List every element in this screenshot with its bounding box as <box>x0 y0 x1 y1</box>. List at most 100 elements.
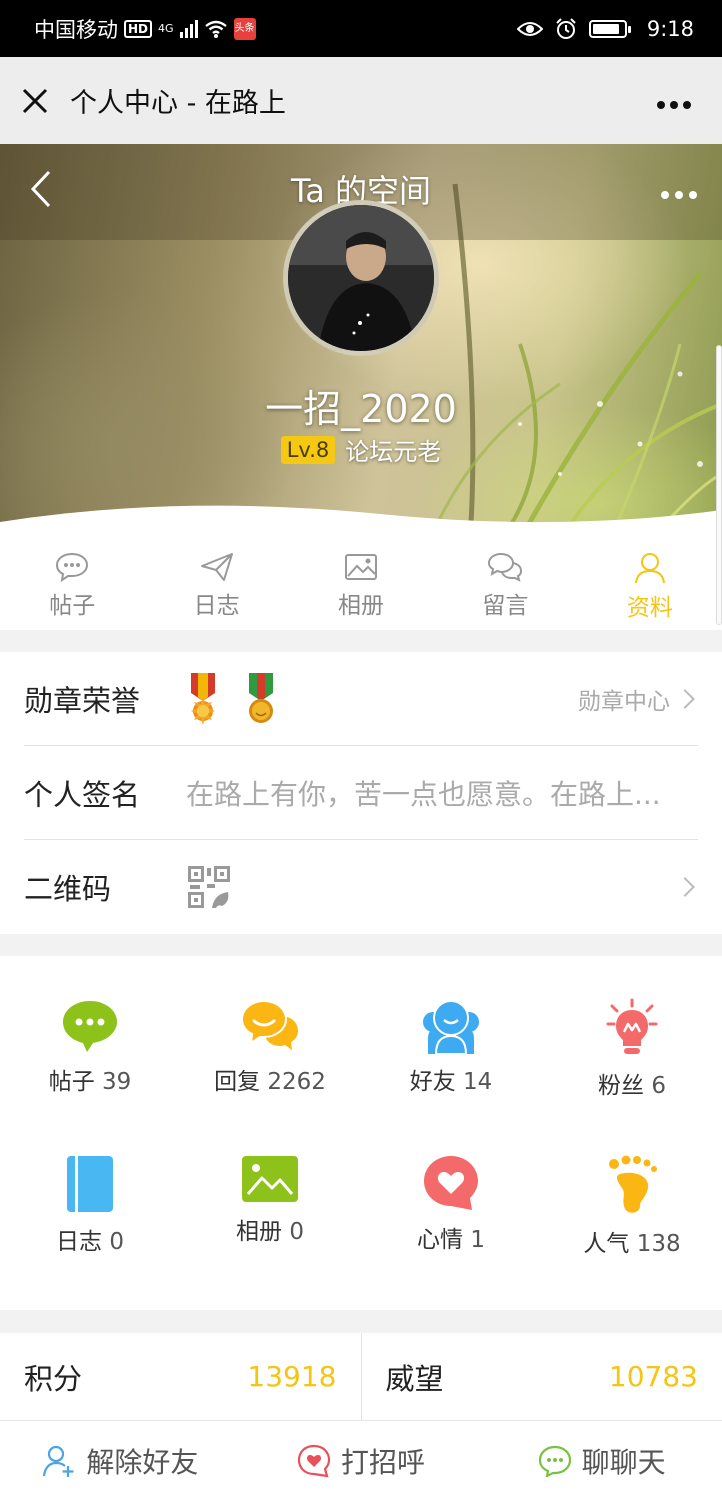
stats-grid: 帖子 39 回复 2262 好友 14 粉丝 6 日志 0 相册 0 心情 1 … <box>0 956 722 1310</box>
points-label: 积分 <box>24 1361 83 1396</box>
avatar-photo <box>288 205 434 351</box>
picture-icon <box>345 554 378 580</box>
unfriend-label: 解除好友 <box>86 1445 199 1479</box>
battery-icon <box>588 19 631 38</box>
tab-messages[interactable]: 留言 <box>433 540 577 630</box>
friends-icon <box>423 1000 479 1054</box>
medal-center-link[interactable]: 勋章中心 <box>578 652 695 746</box>
medals-row[interactable]: 勋章荣誉 勋章中心 <box>24 652 698 746</box>
profile-tabs: 帖子 日志 相册 留言 资料 <box>0 540 722 630</box>
stat-mood[interactable]: 心情 1 <box>361 1154 541 1284</box>
qrcode-row[interactable]: 二维码 <box>24 840 698 934</box>
eye-icon <box>516 21 543 36</box>
qrcode-label: 二维码 <box>24 872 112 906</box>
points-cell: 积分 13918 <box>0 1333 361 1420</box>
more-menu-button[interactable] <box>656 87 692 117</box>
signal-icon <box>179 19 198 38</box>
stat-value: 39 <box>102 1069 132 1095</box>
stat-value: 0 <box>289 1219 304 1245</box>
bulb-icon <box>606 998 658 1054</box>
unfriend-button[interactable]: 解除好友 <box>0 1421 241 1500</box>
stat-label: 人气 <box>583 1231 630 1257</box>
tab-album[interactable]: 相册 <box>289 540 433 630</box>
tab-label: 相册 <box>338 593 385 619</box>
chevron-right-icon <box>675 877 695 897</box>
stat-label: 相册 <box>236 1219 283 1245</box>
bottom-action-bar: 解除好友 打招呼 聊聊天 <box>0 1420 722 1500</box>
chat-button[interactable]: 聊聊天 <box>481 1421 722 1500</box>
stat-label: 心情 <box>417 1227 464 1253</box>
stat-fans[interactable]: 粉丝 6 <box>542 998 722 1128</box>
tab-label: 资料 <box>626 595 673 621</box>
stat-label: 粉丝 <box>598 1073 645 1099</box>
stat-album[interactable]: 相册 0 <box>180 1154 360 1284</box>
user-nickname: 一招_2020 <box>265 387 457 431</box>
tab-label: 日志 <box>193 593 240 619</box>
avatar[interactable] <box>283 200 439 356</box>
medals-label: 勋章荣誉 <box>24 683 141 718</box>
close-button[interactable] <box>0 57 70 144</box>
tab-journal[interactable]: 日志 <box>144 540 288 630</box>
clock-label: 9:18 <box>646 16 694 41</box>
qrcode-open[interactable] <box>675 840 695 934</box>
remove-friend-icon <box>43 1445 74 1477</box>
medal-sun-icon <box>191 672 215 725</box>
more-dots-icon <box>661 191 697 199</box>
greet-label: 打招呼 <box>341 1445 426 1479</box>
stat-friends[interactable]: 好友 14 <box>361 998 541 1128</box>
level-row: Lv.8 论坛元老 <box>0 432 722 467</box>
chevron-right-icon <box>675 689 695 709</box>
greet-button[interactable]: 打招呼 <box>241 1421 482 1500</box>
signature-row[interactable]: 个人签名 在路上有你，苦一点也愿意。在路上... <box>24 746 698 840</box>
medal-center-label: 勋章中心 <box>578 689 670 715</box>
alarm-icon <box>556 17 576 39</box>
wave-divider <box>0 505 722 540</box>
stat-label: 日志 <box>56 1229 103 1255</box>
chat-dots-outline-icon <box>538 1445 571 1477</box>
tab-posts[interactable]: 帖子 <box>0 540 144 630</box>
hd-badge: HD <box>124 19 153 38</box>
more-dots-icon <box>657 101 691 109</box>
signature-label: 个人签名 <box>24 777 141 812</box>
qr-code-icon <box>188 866 230 908</box>
stat-label: 帖子 <box>48 1069 95 1095</box>
scores-row: 积分 13918 威望 10783 <box>0 1333 722 1420</box>
person-icon <box>634 553 665 584</box>
stat-value: 2262 <box>267 1069 326 1095</box>
points-value: 13918 <box>247 1360 337 1393</box>
album-icon <box>242 1156 298 1202</box>
tab-label: 帖子 <box>49 593 96 619</box>
stat-value: 14 <box>463 1069 493 1095</box>
stat-journal[interactable]: 日志 0 <box>0 1154 180 1284</box>
wechat-nav-bar: 个人中心 - 在路上 <box>0 57 722 144</box>
signature-value: 在路上有你，苦一点也愿意。在路上... <box>186 777 661 811</box>
page-title: 个人中心 - 在路上 <box>70 88 286 119</box>
stat-popularity[interactable]: 人气 138 <box>542 1154 722 1284</box>
stat-replies[interactable]: 回复 2262 <box>180 998 360 1128</box>
footprint-icon <box>609 1155 657 1213</box>
status-bar: 中国移动 HD 4G 头条 9:18 <box>0 0 722 57</box>
close-icon <box>22 88 48 113</box>
chat-dots-icon <box>63 1001 117 1052</box>
stat-value: 6 <box>651 1073 666 1099</box>
stat-value: 138 <box>636 1231 681 1257</box>
level-badge: Lv.8 <box>280 435 336 464</box>
stat-value: 0 <box>109 1229 124 1255</box>
paper-plane-icon <box>200 553 233 581</box>
chat-bubble-icon <box>56 552 89 582</box>
stat-posts[interactable]: 帖子 39 <box>0 998 180 1128</box>
tab-label: 留言 <box>482 593 529 619</box>
prestige-label: 威望 <box>385 1361 444 1396</box>
network-label: 4G <box>158 21 174 35</box>
carrier-label: 中国移动 <box>34 17 118 42</box>
scrollbar[interactable] <box>716 345 722 625</box>
chat-label: 聊聊天 <box>581 1445 666 1479</box>
heart-bubble-icon <box>424 1156 478 1210</box>
stat-value: 1 <box>470 1227 485 1253</box>
hero-more-button[interactable] <box>660 174 698 207</box>
tab-profile[interactable]: 资料 <box>578 540 722 630</box>
stat-label: 好友 <box>409 1069 456 1095</box>
prestige-value: 10783 <box>608 1360 698 1393</box>
medal-gold-icon <box>249 672 273 723</box>
heart-chat-icon <box>297 1444 331 1477</box>
